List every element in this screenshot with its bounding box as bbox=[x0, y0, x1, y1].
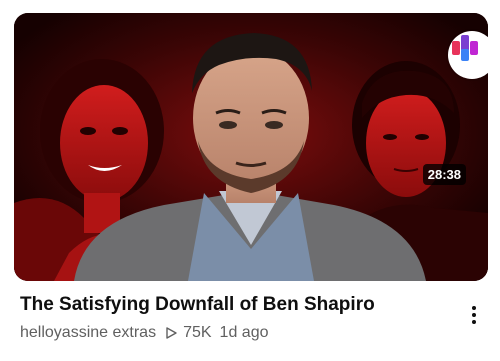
thumbnail-artwork bbox=[14, 13, 488, 281]
view-count: 75K bbox=[164, 324, 212, 342]
video-title[interactable]: The Satisfying Downfall of Ben Shapiro bbox=[20, 293, 450, 317]
menu-dot bbox=[472, 320, 476, 324]
views-value: 75K bbox=[183, 324, 212, 341]
channel-badge-icon bbox=[448, 31, 488, 79]
duration-badge: 28:38 bbox=[422, 164, 466, 185]
more-vertical-icon[interactable] bbox=[462, 300, 486, 330]
menu-dot bbox=[472, 313, 476, 317]
video-meta: helloyassine extras 75K 1d ago bbox=[20, 322, 268, 344]
upload-age: 1d ago bbox=[219, 324, 269, 341]
menu-dot bbox=[472, 306, 476, 310]
video-card[interactable]: 28:38 The Satisfying Downfall of Ben Sha… bbox=[0, 0, 500, 361]
play-triangle-icon bbox=[164, 326, 178, 340]
video-thumbnail[interactable]: 28:38 bbox=[14, 13, 488, 281]
channel-logo-icon bbox=[452, 35, 478, 61]
channel-name[interactable]: helloyassine extras bbox=[20, 324, 156, 342]
